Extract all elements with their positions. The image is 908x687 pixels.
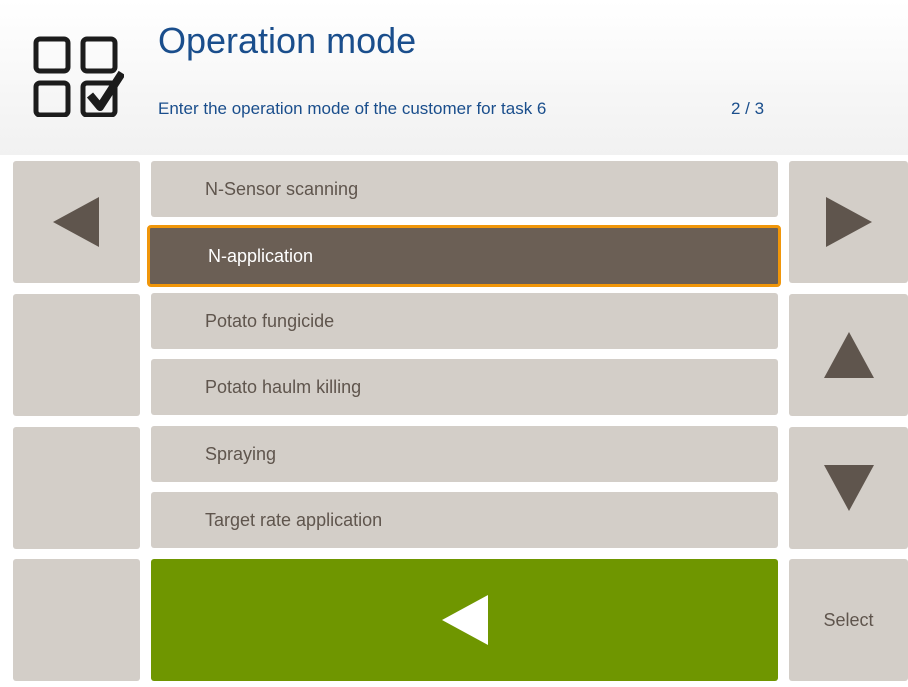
list-item[interactable]: N-Sensor scanning bbox=[151, 161, 778, 217]
next-button[interactable] bbox=[789, 161, 908, 283]
triangle-up-icon bbox=[823, 332, 874, 378]
left-softkey-3[interactable] bbox=[13, 427, 140, 549]
list-item-label: Spraying bbox=[205, 443, 277, 464]
list-item-selected[interactable]: N-application bbox=[147, 225, 781, 287]
triangle-down-icon bbox=[823, 465, 874, 511]
list-item-label: Potato haulm killing bbox=[205, 376, 362, 397]
header: Operation mode Enter the operation mode … bbox=[0, 0, 908, 155]
previous-button[interactable] bbox=[13, 161, 140, 283]
list-item-label: Target rate application bbox=[205, 509, 383, 530]
list-item-label: Potato fungicide bbox=[205, 310, 335, 331]
list-item-label: N-Sensor scanning bbox=[205, 178, 359, 199]
page-subtitle: Enter the operation mode of the customer… bbox=[158, 99, 547, 118]
scroll-down-button[interactable] bbox=[789, 427, 908, 549]
list-item-label: N-application bbox=[208, 245, 314, 266]
scroll-up-button[interactable] bbox=[789, 294, 908, 416]
select-button-label: Select bbox=[823, 609, 874, 630]
back-button[interactable] bbox=[151, 559, 778, 681]
left-softkey-4[interactable] bbox=[13, 559, 140, 681]
list-item[interactable]: Spraying bbox=[151, 426, 778, 482]
checklist-icon bbox=[33, 36, 124, 117]
left-softkey-2[interactable] bbox=[13, 294, 140, 416]
back-arrow-icon bbox=[441, 595, 488, 645]
list-item[interactable]: Potato fungicide bbox=[151, 293, 778, 349]
list-item[interactable]: Potato haulm killing bbox=[151, 359, 778, 415]
page-title: Operation mode bbox=[158, 20, 417, 61]
triangle-left-icon bbox=[52, 197, 99, 247]
page-indicator: 2 / 3 bbox=[731, 99, 765, 118]
list-item[interactable]: Target rate application bbox=[151, 492, 778, 548]
triangle-right-icon bbox=[825, 197, 872, 247]
select-button[interactable]: Select bbox=[789, 559, 908, 681]
